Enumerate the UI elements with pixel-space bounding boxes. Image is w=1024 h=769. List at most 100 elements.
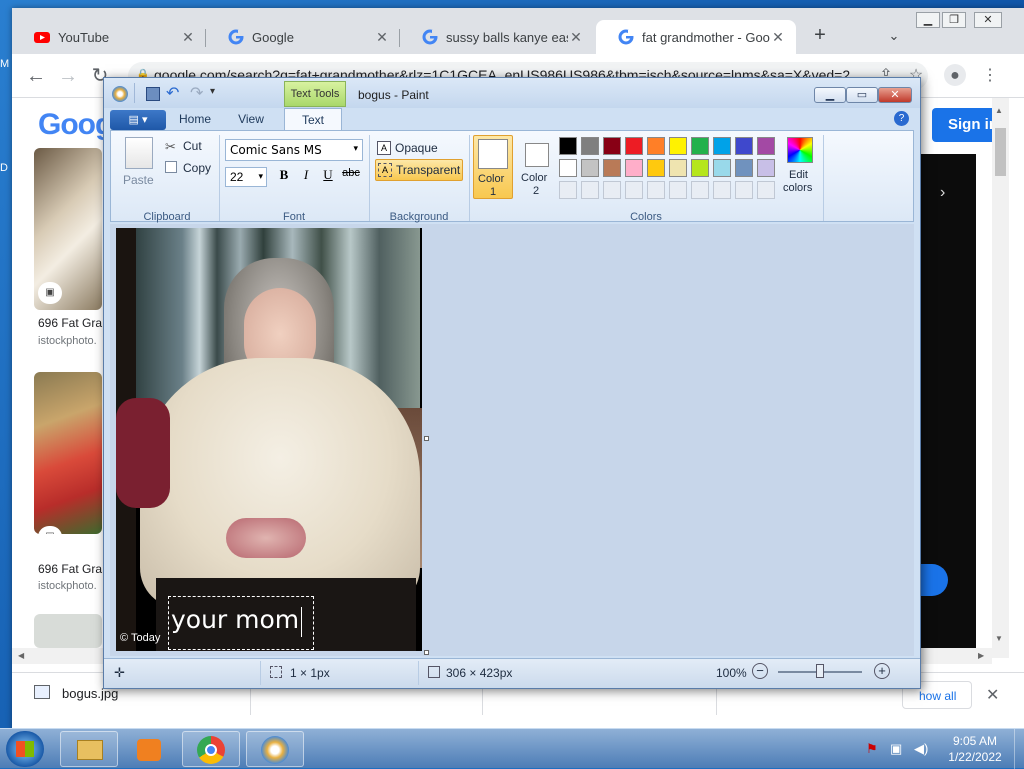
- text-box-content[interactable]: your mom: [171, 605, 299, 634]
- taskbar-media-player[interactable]: [121, 731, 179, 767]
- google-logo[interactable]: Goog: [38, 108, 113, 142]
- palette-swatch[interactable]: [581, 137, 599, 155]
- tab-youtube[interactable]: YouTube ✕: [12, 20, 206, 54]
- result-image[interactable]: ▣: [34, 148, 102, 310]
- scroll-up-icon[interactable]: ▲: [995, 106, 1003, 115]
- font-size-select[interactable]: 22 ▾: [225, 167, 267, 187]
- tab-text[interactable]: Text: [284, 108, 342, 130]
- tab-search-button[interactable]: ⌄: [884, 24, 904, 48]
- action-center-icon[interactable]: ⚑: [866, 741, 878, 757]
- resize-handle[interactable]: [424, 436, 429, 441]
- palette-swatch[interactable]: [669, 181, 687, 199]
- result-image[interactable]: [34, 614, 102, 648]
- zoom-out-button[interactable]: −: [752, 663, 768, 679]
- tab-google[interactable]: Google ✕: [206, 20, 400, 54]
- palette-swatch[interactable]: [647, 159, 665, 177]
- paint-titlebar[interactable]: ↶ ↷ ▾ Text Tools bogus - Paint ▁ ▭ ✕: [104, 78, 920, 108]
- palette-swatch[interactable]: [757, 137, 775, 155]
- palette-swatch[interactable]: [757, 181, 775, 199]
- palette-swatch[interactable]: [691, 159, 709, 177]
- tab-fat-grandmother[interactable]: fat grandmother - Goog ✕: [596, 20, 796, 54]
- result-title[interactable]: 696 Fat Gra: [38, 316, 102, 330]
- minimize-button[interactable]: ▁: [814, 87, 846, 103]
- chevron-right-icon[interactable]: ›: [940, 184, 945, 202]
- palette-swatch[interactable]: [625, 159, 643, 177]
- maximize-button[interactable]: ▭: [846, 87, 878, 103]
- result-title[interactable]: 696 Fat Gra: [38, 562, 102, 576]
- palette-swatch[interactable]: [713, 137, 731, 155]
- palette-swatch[interactable]: [735, 181, 753, 199]
- help-icon[interactable]: ?: [894, 111, 909, 126]
- scrollbar-thumb[interactable]: [995, 128, 1006, 176]
- zoom-in-button[interactable]: +: [874, 663, 890, 679]
- start-button[interactable]: [6, 731, 44, 767]
- text-box-selection[interactable]: your mom: [168, 596, 314, 650]
- paste-icon[interactable]: [125, 137, 153, 169]
- taskbar-paint[interactable]: [246, 731, 304, 767]
- palette-swatch[interactable]: [713, 181, 731, 199]
- minimize-button[interactable]: ▁: [916, 12, 940, 28]
- palette-swatch[interactable]: [757, 159, 775, 177]
- close-icon[interactable]: ✕: [986, 685, 999, 705]
- close-icon[interactable]: ✕: [770, 29, 786, 46]
- palette-swatch[interactable]: [647, 137, 665, 155]
- close-icon[interactable]: ✕: [568, 29, 584, 46]
- forward-button[interactable]: →: [54, 62, 82, 90]
- italic-button[interactable]: I: [295, 167, 317, 187]
- color1-button[interactable]: Color 1: [473, 135, 513, 199]
- paint-file-menu-button[interactable]: ▤ ▾: [110, 110, 166, 130]
- scroll-right-icon[interactable]: ▶: [978, 651, 984, 660]
- result-image[interactable]: ▣: [34, 372, 102, 534]
- scroll-left-icon[interactable]: ◀: [18, 651, 24, 660]
- palette-swatch[interactable]: [691, 137, 709, 155]
- palette-swatch[interactable]: [581, 181, 599, 199]
- vertical-scrollbar[interactable]: ▲ ▼: [992, 98, 1009, 658]
- font-family-select[interactable]: Comic Sans MS ▾: [225, 139, 363, 161]
- save-icon[interactable]: [146, 87, 160, 101]
- quick-access-dropdown-icon[interactable]: ▾: [210, 86, 215, 97]
- edit-colors-button[interactable]: Edit colors: [783, 135, 819, 199]
- close-icon[interactable]: ✕: [180, 29, 196, 46]
- paste-button[interactable]: Paste: [123, 173, 154, 187]
- redo-icon[interactable]: ↷: [190, 83, 203, 103]
- palette-swatch[interactable]: [691, 181, 709, 199]
- desktop-icon-label[interactable]: M: [0, 58, 12, 74]
- visit-button[interactable]: [920, 564, 948, 596]
- zoom-slider-thumb[interactable]: [816, 664, 824, 678]
- palette-swatch[interactable]: [559, 159, 577, 177]
- undo-icon[interactable]: ↶: [166, 83, 179, 103]
- taskbar-explorer[interactable]: [60, 731, 118, 767]
- clock[interactable]: 9:05 AM 1/22/2022: [940, 733, 1010, 765]
- palette-swatch[interactable]: [603, 159, 621, 177]
- palette-swatch[interactable]: [625, 181, 643, 199]
- network-icon[interactable]: ▣: [890, 741, 902, 757]
- menu-kebab-icon[interactable]: ⋮: [978, 64, 1002, 88]
- result-source[interactable]: istockphoto.: [38, 335, 97, 347]
- palette-swatch[interactable]: [559, 137, 577, 155]
- result-source[interactable]: istockphoto.: [38, 580, 97, 592]
- volume-icon[interactable]: ◀): [914, 741, 928, 757]
- palette-swatch[interactable]: [625, 137, 643, 155]
- desktop-icon-label[interactable]: D: [0, 162, 12, 178]
- close-button[interactable]: ✕: [974, 12, 1002, 28]
- close-icon[interactable]: ✕: [374, 29, 390, 46]
- close-button[interactable]: ✕: [878, 87, 912, 103]
- canvas-image[interactable]: © Today your mom: [116, 228, 422, 651]
- scroll-down-icon[interactable]: ▼: [995, 634, 1003, 643]
- transparent-button[interactable]: A Transparent: [375, 159, 463, 181]
- strikethrough-button[interactable]: abc: [339, 167, 363, 187]
- palette-swatch[interactable]: [559, 181, 577, 199]
- cut-button[interactable]: Cut: [183, 139, 202, 153]
- opaque-button[interactable]: A Opaque: [377, 139, 465, 157]
- resize-handle[interactable]: [424, 650, 429, 655]
- color2-button[interactable]: Color 2: [517, 135, 557, 199]
- palette-swatch[interactable]: [713, 159, 731, 177]
- palette-swatch[interactable]: [735, 137, 753, 155]
- palette-swatch[interactable]: [603, 137, 621, 155]
- palette-swatch[interactable]: [581, 159, 599, 177]
- palette-swatch[interactable]: [647, 181, 665, 199]
- back-button[interactable]: ←: [22, 62, 50, 90]
- profile-avatar[interactable]: ●: [944, 64, 966, 86]
- bold-button[interactable]: B: [273, 167, 295, 187]
- paint-app-icon[interactable]: [112, 86, 128, 102]
